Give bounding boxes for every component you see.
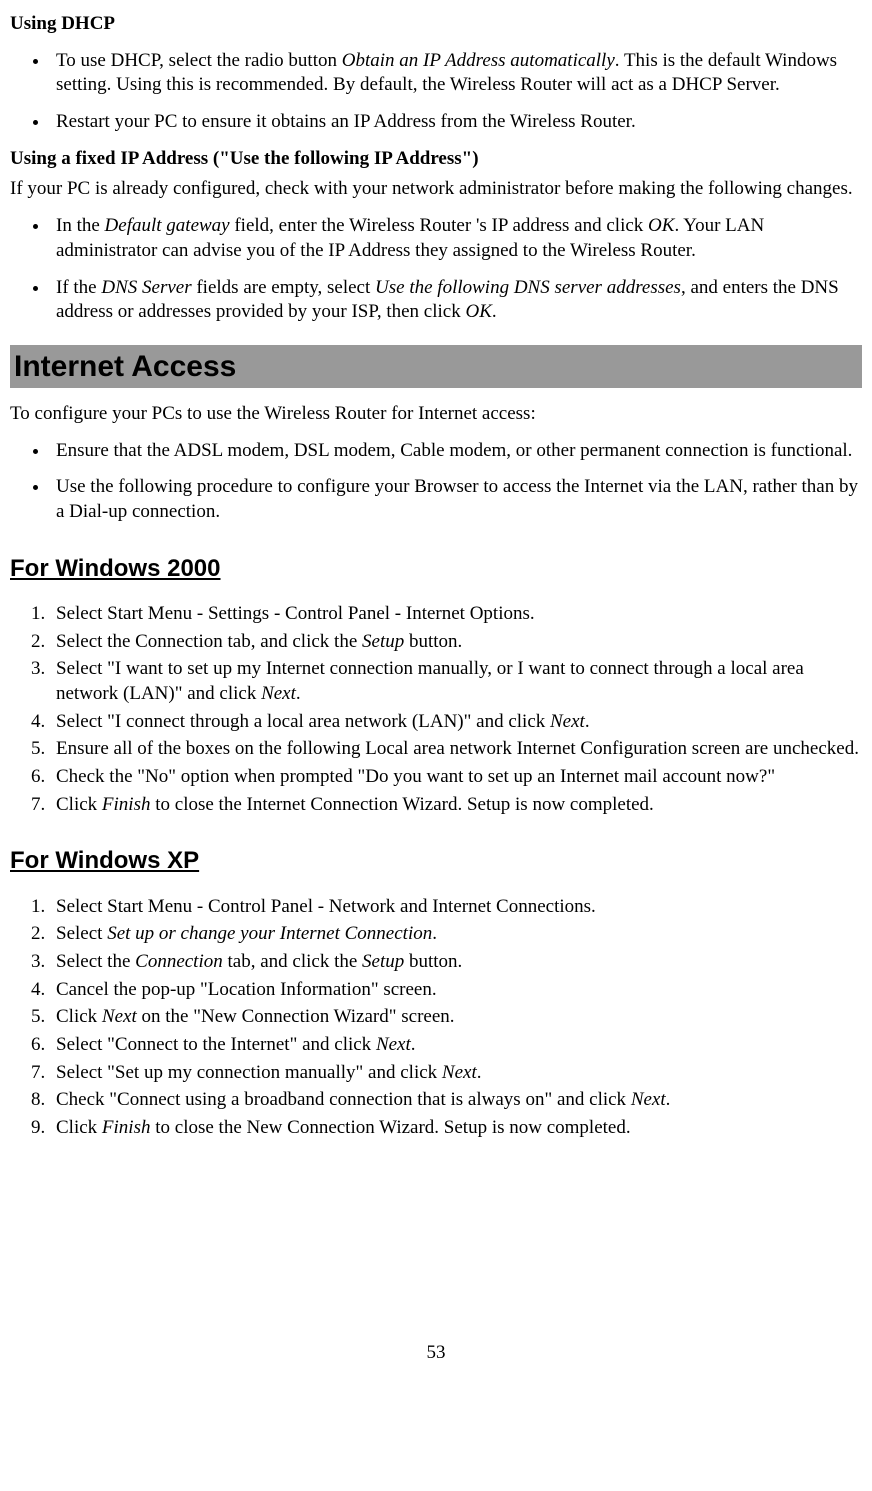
- dhcp-list: To use DHCP, select the radio button Obt…: [10, 49, 862, 135]
- text: Select Start Menu - Control Panel - Netw…: [56, 896, 596, 917]
- text: Restart your PC to ensure it obtains an …: [56, 111, 636, 132]
- text: Click: [56, 1006, 102, 1027]
- internet-intro: To configure your PCs to use the Wireles…: [10, 402, 862, 427]
- text-emphasis: DNS Server: [101, 277, 191, 298]
- list-item: Click Next on the "New Connection Wizard…: [50, 1005, 862, 1030]
- text: to close the New Connection Wizard. Setu…: [150, 1117, 630, 1138]
- list-item: Click Finish to close the New Connection…: [50, 1116, 862, 1141]
- list-item: Cancel the pop-up "Location Information"…: [50, 978, 862, 1003]
- list-item: Ensure that the ADSL modem, DSL modem, C…: [50, 439, 862, 464]
- text-emphasis: Obtain an IP Address automatically: [342, 50, 615, 71]
- text: .: [585, 711, 590, 732]
- text: .: [432, 923, 437, 944]
- list-item: Select "I connect through a local area n…: [50, 710, 862, 735]
- list-item: Select "Connect to the Internet" and cli…: [50, 1033, 862, 1058]
- text-emphasis: Finish: [102, 794, 151, 815]
- internet-list: Ensure that the ADSL modem, DSL modem, C…: [10, 439, 862, 525]
- text: Select Start Menu - Settings - Control P…: [56, 603, 535, 624]
- text: button.: [404, 951, 462, 972]
- text-emphasis: Setup: [362, 631, 404, 652]
- list-item: Select Set up or change your Internet Co…: [50, 922, 862, 947]
- text: .: [411, 1034, 416, 1055]
- text: Select: [56, 923, 107, 944]
- text-emphasis: Default gateway: [105, 215, 230, 236]
- text: tab, and click the: [223, 951, 362, 972]
- text-emphasis: Next: [102, 1006, 137, 1027]
- text: to close the Internet Connection Wizard.…: [150, 794, 653, 815]
- list-item: Select the Connection tab, and click the…: [50, 630, 862, 655]
- text-emphasis: Connection: [135, 951, 223, 972]
- fixed-intro: If your PC is already configured, check …: [10, 177, 862, 202]
- list-item: To use DHCP, select the radio button Obt…: [50, 49, 862, 98]
- list-item: Click Finish to close the Internet Conne…: [50, 793, 862, 818]
- text: Click: [56, 1117, 102, 1138]
- list-item: Check "Connect using a broadband connect…: [50, 1088, 862, 1113]
- list-item: Select "Set up my connection manually" a…: [50, 1061, 862, 1086]
- text: Select the: [56, 951, 135, 972]
- win2000-heading: For Windows 2000: [10, 553, 862, 584]
- list-item: Use the following procedure to configure…: [50, 475, 862, 524]
- text: .: [477, 1062, 482, 1083]
- list-item: Select "I want to set up my Internet con…: [50, 657, 862, 706]
- fixed-title: Using a fixed IP Address ("Use the follo…: [10, 147, 862, 172]
- text: fields are empty, select: [192, 277, 375, 298]
- text: .: [666, 1089, 671, 1110]
- text: Check "Connect using a broadband connect…: [56, 1089, 631, 1110]
- winxp-steps: Select Start Menu - Control Panel - Netw…: [10, 895, 862, 1141]
- text: .: [492, 301, 497, 322]
- text: Select "Connect to the Internet" and cli…: [56, 1034, 376, 1055]
- text: Check the "No" option when prompted "Do …: [56, 766, 775, 787]
- text-emphasis: OK: [648, 215, 674, 236]
- internet-access-heading: Internet Access: [10, 345, 862, 388]
- text: field, enter the Wireless Router 's IP a…: [230, 215, 648, 236]
- page-number: 53: [10, 1341, 862, 1366]
- text: .: [296, 683, 301, 704]
- list-item: Check the "No" option when prompted "Do …: [50, 765, 862, 790]
- text: To use DHCP, select the radio button: [56, 50, 342, 71]
- winxp-heading: For Windows XP: [10, 845, 862, 876]
- text-emphasis: Finish: [102, 1117, 151, 1138]
- list-item: Select Start Menu - Settings - Control P…: [50, 602, 862, 627]
- text-emphasis: Setup: [362, 951, 404, 972]
- text: Click: [56, 794, 102, 815]
- text: In the: [56, 215, 105, 236]
- text-emphasis: Use the following DNS server addresses: [375, 277, 681, 298]
- text-emphasis: Next: [261, 683, 296, 704]
- fixed-list: In the Default gateway field, enter the …: [10, 214, 862, 325]
- text-emphasis: Next: [631, 1089, 666, 1110]
- text: Cancel the pop-up "Location Information"…: [56, 979, 437, 1000]
- list-item: If the DNS Server fields are empty, sele…: [50, 276, 862, 325]
- text: on the "New Connection Wizard" screen.: [137, 1006, 455, 1027]
- list-item: Restart your PC to ensure it obtains an …: [50, 110, 862, 135]
- win2000-steps: Select Start Menu - Settings - Control P…: [10, 602, 862, 818]
- text-emphasis: Next: [550, 711, 585, 732]
- text: Select "I connect through a local area n…: [56, 711, 550, 732]
- list-item: Select Start Menu - Control Panel - Netw…: [50, 895, 862, 920]
- text: button.: [404, 631, 462, 652]
- text-emphasis: OK: [465, 301, 491, 322]
- text: Select the Connection tab, and click the: [56, 631, 362, 652]
- text-emphasis: Set up or change your Internet Connectio…: [107, 923, 432, 944]
- text: Select "Set up my connection manually" a…: [56, 1062, 442, 1083]
- text-emphasis: Next: [376, 1034, 411, 1055]
- text: Select "I want to set up my Internet con…: [56, 658, 804, 704]
- text: Ensure all of the boxes on the following…: [56, 738, 859, 759]
- dhcp-title: Using DHCP: [10, 12, 862, 37]
- list-item: Select the Connection tab, and click the…: [50, 950, 862, 975]
- list-item: In the Default gateway field, enter the …: [50, 214, 862, 263]
- text-emphasis: Next: [442, 1062, 477, 1083]
- list-item: Ensure all of the boxes on the following…: [50, 737, 862, 762]
- text: If the: [56, 277, 101, 298]
